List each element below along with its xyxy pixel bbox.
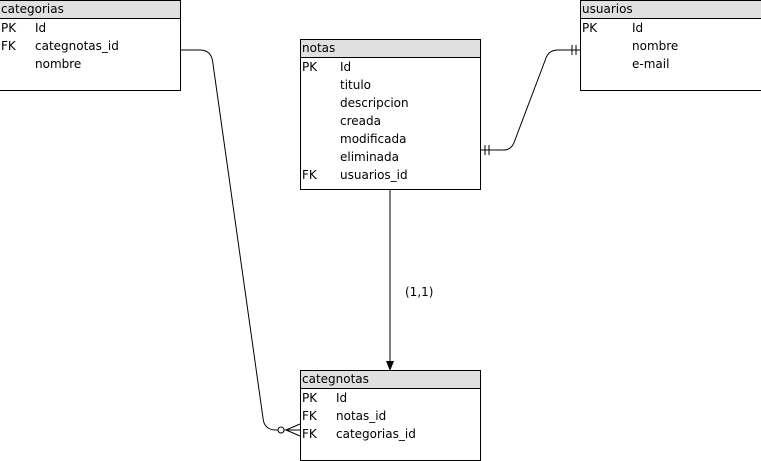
entity-row: titulo [301, 76, 480, 94]
key-label: FK [1, 39, 16, 53]
entity-row: modificada [301, 130, 480, 148]
entity-row: PK Id [301, 389, 480, 407]
relationship-cardinality-label: (1,1) [405, 285, 434, 299]
entity-row: nombre [581, 37, 761, 55]
key-label: FK [302, 427, 317, 441]
entity-row: creada [301, 112, 480, 130]
column-name: titulo [340, 78, 372, 92]
entity-row: PK Id [0, 19, 180, 37]
column-name: modificada [340, 132, 407, 146]
entity-row: FK usuarios_id [301, 166, 480, 184]
entity-usuarios[interactable]: usuarios PK Id nombre e-mail [580, 0, 761, 91]
entity-categnotas[interactable]: categnotas PK Id FK notas_id FK categori… [300, 370, 481, 461]
column-name: eliminada [340, 150, 400, 164]
column-name: descripcion [340, 96, 409, 110]
entity-categorias[interactable]: categorias PK Id FK categnotas_id nombre [0, 0, 181, 91]
entity-row: nombre [0, 55, 180, 73]
column-name: e-mail [632, 57, 670, 71]
entity-row: PK Id [301, 58, 480, 76]
column-name: nombre [632, 39, 679, 53]
entity-row: descripcion [301, 94, 480, 112]
entity-notas[interactable]: notas PK Id titulo descripcion creada mo… [300, 39, 481, 190]
column-name: Id [632, 21, 644, 35]
column-name: usuarios_id [340, 168, 408, 182]
entity-title: notas [301, 40, 480, 58]
key-label: PK [582, 21, 598, 35]
entity-row: PK Id [581, 19, 761, 37]
entity-row: FK categorias_id [301, 425, 480, 443]
er-diagram-canvas: categorias PK Id FK categnotas_id nombre… [0, 0, 761, 461]
entity-row: e-mail [581, 55, 761, 73]
entity-title: categnotas [301, 371, 480, 389]
column-name: categnotas_id [35, 39, 119, 53]
key-label: FK [302, 168, 317, 182]
column-name: creada [340, 114, 381, 128]
key-label: PK [302, 391, 318, 405]
entity-row: FK categnotas_id [0, 37, 180, 55]
column-name: notas_id [336, 409, 387, 423]
entity-row: FK notas_id [301, 407, 480, 425]
link-notas-usuarios [481, 49, 580, 151]
link-categorias-categnotas [181, 49, 300, 431]
entity-title: usuarios [581, 1, 761, 19]
column-name: nombre [35, 57, 82, 71]
crowfoot-zero-marker [277, 426, 285, 434]
entity-row: eliminada [301, 148, 480, 166]
entity-title: categorias [0, 1, 180, 19]
key-label: FK [302, 409, 317, 423]
column-name: categorias_id [336, 427, 416, 441]
key-label: PK [302, 60, 318, 74]
column-name: Id [35, 21, 47, 35]
column-name: Id [340, 60, 352, 74]
key-label: PK [1, 21, 17, 35]
column-name: Id [336, 391, 348, 405]
